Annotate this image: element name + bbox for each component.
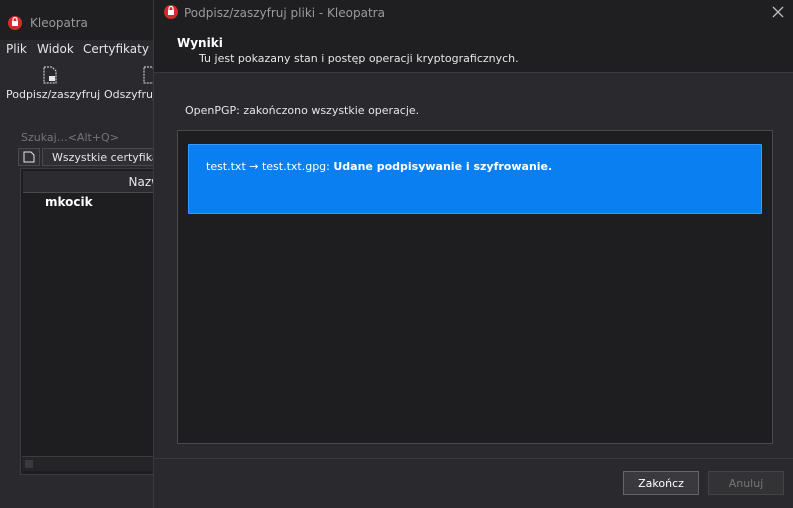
- results-subtitle: Tu jest pokazany stan i postęp operacji …: [199, 52, 519, 65]
- menubar: Plik Widok Certyfikaty: [0, 40, 160, 60]
- close-icon[interactable]: [770, 4, 786, 20]
- certificate-icon[interactable]: [18, 148, 40, 166]
- cancel-button[interactable]: Anuluj: [708, 471, 784, 495]
- certificate-list[interactable]: Nazw mkocik: [20, 168, 162, 475]
- results-title: Wyniki: [177, 36, 223, 50]
- results-area: test.txt → test.txt.gpg: Udane podpisywa…: [177, 130, 773, 444]
- menu-plik[interactable]: Plik: [6, 42, 27, 56]
- kleopatra-logo-icon: [164, 5, 178, 22]
- main-window-title: Kleopatra: [30, 16, 88, 30]
- results-header: Wyniki Tu jest pokazany stan i postęp op…: [154, 26, 793, 73]
- scroll-left-icon[interactable]: [25, 460, 33, 468]
- decrypt-label: Odszyfruj/: [104, 88, 160, 101]
- filter-row: Wszystkie certyfikaty: [18, 148, 160, 166]
- main-titlebar: Kleopatra: [0, 0, 160, 40]
- sign-encrypt-icon: [43, 66, 57, 84]
- kleopatra-logo-icon: [8, 16, 22, 33]
- certificate-filter-combo[interactable]: Wszystkie certyfikaty: [42, 148, 160, 166]
- dialog-titlebar: Podpisz/zaszyfruj pliki - Kleopatra: [154, 0, 793, 26]
- search-input[interactable]: [18, 129, 164, 145]
- menu-certyfikaty[interactable]: Certyfikaty: [83, 42, 149, 56]
- result-text: test.txt → test.txt.gpg: Udane podpisywa…: [206, 160, 552, 173]
- column-header-name[interactable]: Nazw: [23, 171, 161, 193]
- menu-widok[interactable]: Widok: [37, 42, 74, 56]
- finish-button[interactable]: Zakończ: [623, 471, 699, 495]
- sign-encrypt-button[interactable]: Podpisz/zaszyfruj: [6, 66, 100, 101]
- list-item[interactable]: mkocik: [45, 195, 93, 209]
- result-item: test.txt → test.txt.gpg: Udane podpisywa…: [188, 144, 762, 214]
- result-message: Udane podpisywanie i szyfrowanie.: [333, 160, 553, 173]
- kleopatra-main-window: Kleopatra Plik Widok Certyfikaty Podpisz…: [0, 0, 164, 508]
- sign-encrypt-label: Podpisz/zaszyfruj: [6, 88, 101, 101]
- horizontal-scrollbar[interactable]: [22, 456, 160, 471]
- operation-status: OpenPGP: zakończono wszystkie operacje.: [185, 104, 420, 117]
- sign-encrypt-dialog: Podpisz/zaszyfruj pliki - Kleopatra Wyni…: [153, 0, 793, 508]
- main-toolbar: Podpisz/zaszyfruj Odszyfruj/: [0, 60, 160, 112]
- result-files: test.txt → test.txt.gpg:: [206, 160, 330, 173]
- dialog-title: Podpisz/zaszyfruj pliki - Kleopatra: [184, 6, 385, 20]
- button-bar: Zakończ Anuluj: [154, 458, 793, 508]
